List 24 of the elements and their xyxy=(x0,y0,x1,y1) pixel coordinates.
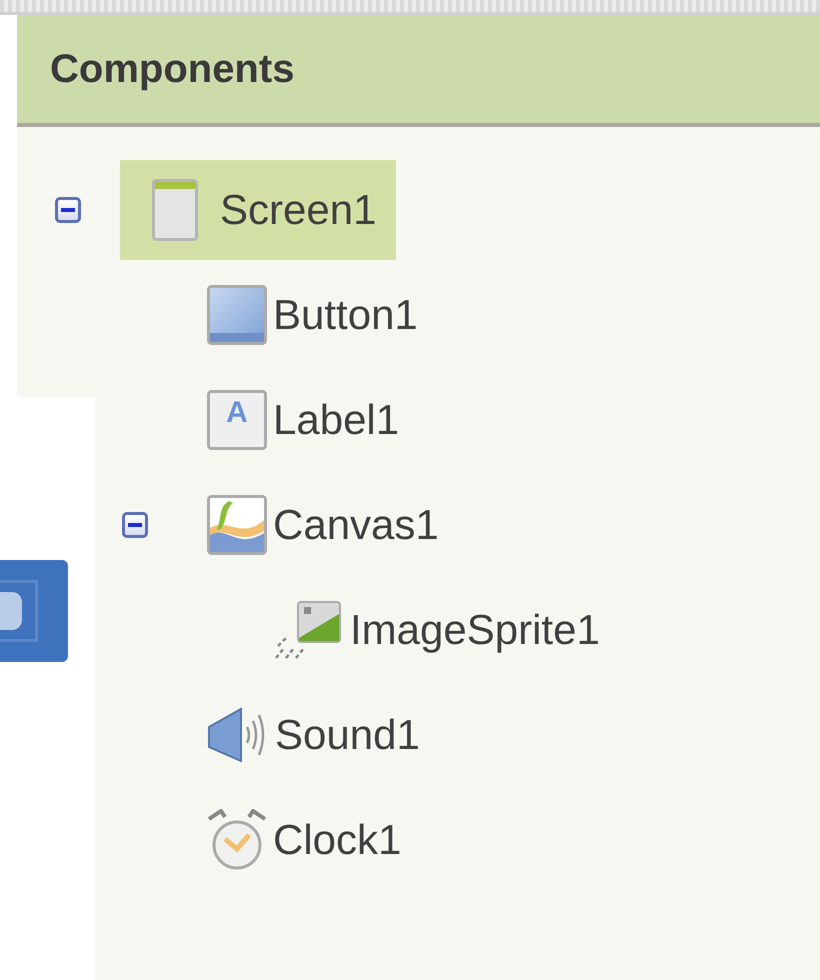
tree-item[interactable]: Canvas1 xyxy=(187,474,459,574)
screen-icon xyxy=(152,178,198,240)
tree-item[interactable]: Clock1 xyxy=(187,790,422,890)
tree-item[interactable]: Button1 xyxy=(187,264,438,364)
canvas-icon xyxy=(207,494,267,554)
item-label: Clock1 xyxy=(273,816,402,864)
sprite-icon xyxy=(274,600,344,660)
alarm-clock-icon xyxy=(207,808,267,870)
label-icon: A xyxy=(207,390,267,450)
tree-item[interactable]: Sound1 xyxy=(187,684,440,784)
panel-title: Components xyxy=(50,46,294,92)
button[interactable] xyxy=(0,560,68,662)
item-label: ImageSprite1 xyxy=(350,606,600,654)
tree-item[interactable]: A Label1 xyxy=(187,370,420,470)
tree-item[interactable]: ImageSprite1 xyxy=(254,580,620,680)
item-label: Label1 xyxy=(273,396,400,444)
item-label: Button1 xyxy=(273,290,418,338)
collapse-toggle[interactable] xyxy=(55,196,81,222)
tree-item[interactable]: Screen1 xyxy=(120,160,396,260)
button-icon xyxy=(207,284,267,344)
item-label: Sound1 xyxy=(275,710,420,758)
item-label: Canvas1 xyxy=(273,500,439,548)
item-label: Screen1 xyxy=(220,186,376,234)
collapse-toggle[interactable] xyxy=(122,512,148,538)
